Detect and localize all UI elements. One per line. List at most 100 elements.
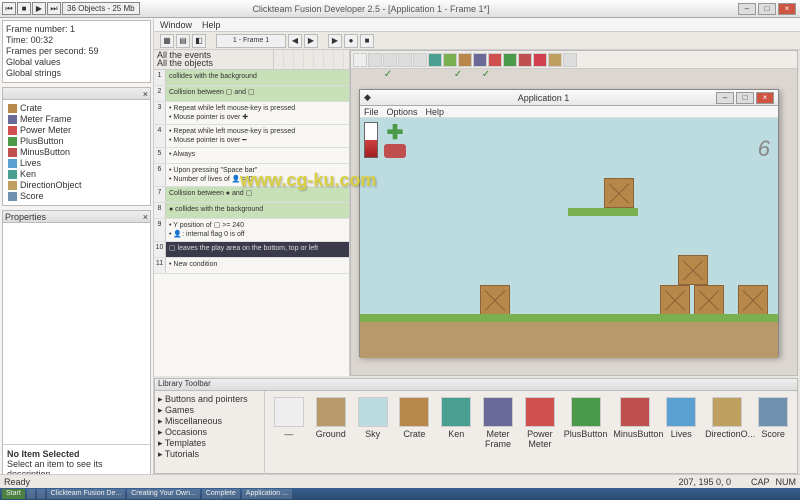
- close-button[interactable]: ×: [756, 92, 774, 104]
- event-row[interactable]: 8● collides with the background: [154, 203, 349, 219]
- event-row[interactable]: 2Collision between ▢ and ▢: [154, 86, 349, 102]
- library-label: DirectionO...: [705, 429, 749, 439]
- taskbar-item[interactable]: Complete: [202, 489, 240, 499]
- object-item[interactable]: Ken: [6, 169, 147, 180]
- taskbar-item[interactable]: Clickteam Fusion De...: [47, 489, 125, 499]
- watermark: www.cg-ku.com: [240, 170, 376, 191]
- tree-item[interactable]: ▸ Templates: [158, 438, 261, 449]
- rewind-button[interactable]: ⏮: [2, 2, 16, 15]
- start-button[interactable]: Start: [2, 489, 25, 499]
- library-item[interactable]: MinusButton: [613, 397, 657, 439]
- object-item[interactable]: Power Meter: [6, 125, 147, 136]
- event-row[interactable]: 10▢ leaves the play area on the bottom, …: [154, 242, 349, 258]
- library-item[interactable]: —: [271, 397, 307, 439]
- strip-icon[interactable]: [533, 53, 547, 67]
- taskbar-item[interactable]: Application ...: [242, 489, 292, 499]
- event-row[interactable]: 3• Repeat while left mouse-key is presse…: [154, 102, 349, 125]
- close-icon[interactable]: ×: [143, 212, 148, 222]
- maximize-button[interactable]: □: [736, 92, 754, 104]
- strip-icon[interactable]: [398, 53, 412, 67]
- event-columns: [274, 50, 349, 69]
- prev-button[interactable]: ◀: [288, 34, 302, 48]
- tree-item[interactable]: ▸ Miscellaneous: [158, 416, 261, 427]
- library-thumb: [358, 397, 388, 427]
- library-item[interactable]: Ground: [313, 397, 349, 439]
- object-item[interactable]: Crate: [6, 103, 147, 114]
- strip-icon[interactable]: [518, 53, 532, 67]
- strip-icon[interactable]: [548, 53, 562, 67]
- plus-button[interactable]: ✚: [384, 122, 406, 144]
- minimize-button[interactable]: –: [738, 3, 756, 15]
- event-row[interactable]: 4• Repeat while left mouse-key is presse…: [154, 125, 349, 148]
- library-item[interactable]: PlusButton: [564, 397, 608, 439]
- minus-button[interactable]: [384, 144, 406, 158]
- game-menu-help[interactable]: Help: [426, 107, 445, 117]
- game-menu-options[interactable]: Options: [387, 107, 418, 117]
- stop-button[interactable]: ■: [17, 2, 31, 15]
- tree-item[interactable]: ▸ Occasions: [158, 427, 261, 438]
- strip-icon[interactable]: [383, 53, 397, 67]
- game-menu-file[interactable]: File: [364, 107, 379, 117]
- object-item[interactable]: DirectionObject: [6, 180, 147, 191]
- object-item[interactable]: PlusButton: [6, 136, 147, 147]
- tree-item[interactable]: ▸ Buttons and pointers: [158, 394, 261, 405]
- tool-button[interactable]: ▤: [176, 34, 190, 48]
- object-item[interactable]: MinusButton: [6, 147, 147, 158]
- library-item[interactable]: Sky: [355, 397, 391, 439]
- tree-item[interactable]: ▸ Tutorials: [158, 449, 261, 460]
- tree-item[interactable]: ▸ Games: [158, 405, 261, 416]
- next-button[interactable]: ▶: [304, 34, 318, 48]
- library-item[interactable]: Ken: [438, 397, 474, 439]
- play-button[interactable]: ▶: [32, 2, 46, 15]
- object-item[interactable]: Score: [6, 191, 147, 202]
- close-button[interactable]: ×: [778, 3, 796, 15]
- minimize-button[interactable]: –: [716, 92, 734, 104]
- power-meter: [364, 122, 378, 158]
- strip-icon[interactable]: [428, 53, 442, 67]
- library-item[interactable]: Meter Frame: [480, 397, 516, 449]
- maximize-button[interactable]: □: [758, 3, 776, 15]
- library-item[interactable]: Power Meter: [522, 397, 558, 449]
- object-item[interactable]: Meter Frame: [6, 114, 147, 125]
- library-item[interactable]: DirectionO...: [705, 397, 749, 439]
- taskbar[interactable]: Start Clickteam Fusion De...Creating Your…: [0, 488, 800, 500]
- strip-icon[interactable]: [458, 53, 472, 67]
- tool-button[interactable]: ▶: [328, 34, 342, 48]
- objects-list: CrateMeter FramePower MeterPlusButtonMin…: [3, 100, 150, 205]
- menu-window[interactable]: Window: [160, 20, 192, 30]
- event-condition: • Repeat while left mouse-key is pressed…: [166, 102, 349, 124]
- taskbar-item[interactable]: [37, 489, 45, 499]
- taskbar-item[interactable]: [27, 489, 35, 499]
- game-titlebar[interactable]: ◆ Application 1 –□×: [360, 90, 778, 106]
- library-tree[interactable]: ▸ Buttons and pointers▸ Games▸ Miscellan…: [155, 391, 265, 475]
- library-item[interactable]: Crate: [396, 397, 432, 439]
- strip-icon[interactable]: [353, 53, 367, 67]
- strip-icon[interactable]: [368, 53, 382, 67]
- menu-help[interactable]: Help: [202, 20, 221, 30]
- strip-icon[interactable]: [413, 53, 427, 67]
- tool-button[interactable]: ●: [344, 34, 358, 48]
- object-item[interactable]: Lives: [6, 158, 147, 169]
- crate: [694, 285, 724, 315]
- library-item[interactable]: Lives: [663, 397, 699, 439]
- game-view[interactable]: ✚ 6: [360, 118, 778, 358]
- event-row[interactable]: 11• New condition: [154, 258, 349, 274]
- frame-dropdown[interactable]: 1 - Frame 1: [216, 34, 286, 48]
- event-row[interactable]: 9• Y position of ▢ >= 240• 👤: internal f…: [154, 219, 349, 242]
- tool-button[interactable]: ■: [360, 34, 374, 48]
- strip-icon[interactable]: [503, 53, 517, 67]
- tool-button[interactable]: ◧: [192, 34, 206, 48]
- ff-button[interactable]: ⏭: [47, 2, 61, 15]
- strip-icon[interactable]: [488, 53, 502, 67]
- strip-icon[interactable]: [473, 53, 487, 67]
- event-row[interactable]: 5• Always: [154, 148, 349, 164]
- strip-icon[interactable]: [443, 53, 457, 67]
- tool-button[interactable]: ▦: [160, 34, 174, 48]
- event-row[interactable]: 1collides with the background: [154, 70, 349, 86]
- object-icon: [8, 137, 17, 146]
- strip-icon[interactable]: [563, 53, 577, 67]
- taskbar-item[interactable]: Creating Your Own...: [127, 489, 200, 499]
- close-icon[interactable]: ×: [143, 89, 148, 99]
- library-item[interactable]: Score: [755, 397, 791, 439]
- info-gv: Global values: [6, 57, 147, 68]
